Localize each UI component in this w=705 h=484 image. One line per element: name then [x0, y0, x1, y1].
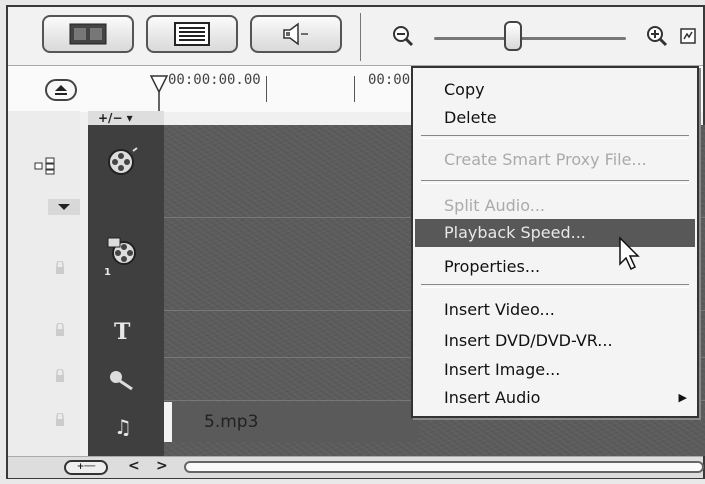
submenu-arrow-icon: ▶: [678, 391, 687, 404]
menu-separator: [421, 284, 689, 288]
scroll-left-button[interactable]: <: [128, 458, 140, 474]
track-manager-icon[interactable]: [34, 157, 56, 175]
timecode-next: 00:00: [368, 72, 411, 88]
playhead-marker[interactable]: [150, 72, 168, 112]
lock-icon[interactable]: [54, 261, 66, 275]
fit-to-window-icon[interactable]: [680, 28, 696, 44]
menu-item-insert-audio[interactable]: Insert Audio ▶: [415, 384, 695, 412]
ruler-tick: [354, 76, 355, 102]
lock-icon[interactable]: [54, 413, 66, 427]
menu-separator: [421, 135, 689, 139]
timeline-scrollbar-bar: +── < >: [8, 456, 704, 478]
timeline-view-button[interactable]: [146, 15, 238, 53]
zoom-slider-thumb[interactable]: [504, 21, 522, 51]
toolbar-separator: [360, 13, 361, 61]
track-dropdown-button[interactable]: [48, 199, 80, 215]
lock-icon[interactable]: [54, 369, 66, 383]
track-header-panel: 1 T ♫: [88, 111, 164, 456]
menu-item-insert-image[interactable]: Insert Image...: [415, 356, 695, 384]
menu-item-delete[interactable]: Delete: [415, 104, 695, 132]
title-track-icon[interactable]: T: [114, 319, 130, 345]
menu-item-insert-audio-label: Insert Audio: [444, 388, 541, 407]
audio-clip[interactable]: [164, 402, 419, 442]
zoom-slider-track[interactable]: [434, 37, 626, 40]
horizontal-scrollbar[interactable]: [184, 461, 704, 473]
track-controls-column: [8, 111, 80, 456]
voice-track-icon[interactable]: [106, 367, 140, 391]
mouse-pointer-icon: [619, 236, 640, 271]
overlay-track-icon[interactable]: [106, 235, 140, 271]
lock-icon[interactable]: [54, 323, 66, 337]
speaker-icon: [283, 22, 308, 46]
music-track-icon[interactable]: ♫: [114, 415, 132, 439]
menu-separator: [421, 180, 689, 184]
audio-view-button[interactable]: [250, 15, 342, 53]
toolbar: [8, 7, 703, 65]
video-track-icon[interactable]: [106, 145, 140, 179]
zoom-out-icon[interactable]: [392, 25, 414, 47]
storyboard-view-button[interactable]: [42, 15, 134, 53]
timecode-start: 00:00:00.00: [168, 72, 261, 88]
zoom-in-icon[interactable]: [646, 25, 668, 47]
menu-item-create-smart-proxy: Create Smart Proxy File...: [444, 150, 647, 169]
context-menu: Copy Delete Create Smart Proxy File... S…: [411, 66, 699, 418]
overlay-track-number: 1: [104, 267, 111, 278]
menu-item-playback-speed[interactable]: Playback Speed...: [415, 219, 695, 247]
storyboard-icon: [69, 23, 107, 45]
audio-clip-label: 5.mp3: [204, 412, 259, 432]
scroll-right-button[interactable]: >: [156, 458, 168, 474]
eject-button[interactable]: [45, 79, 77, 101]
ruler-tick: [266, 76, 267, 102]
chevron-down-icon: [58, 204, 70, 210]
menu-item-copy[interactable]: Copy: [415, 76, 695, 104]
timeline-view-icon: [174, 22, 210, 46]
menu-item-properties[interactable]: Properties...: [415, 253, 695, 281]
eject-icon: [55, 85, 67, 95]
menu-item-insert-dvd[interactable]: Insert DVD/DVD-VR...: [415, 327, 695, 355]
menu-item-split-audio: Split Audio...: [444, 196, 546, 215]
add-track-button[interactable]: +──: [64, 460, 108, 475]
menu-item-insert-video[interactable]: Insert Video...: [415, 296, 695, 324]
add-remove-track-button[interactable]: +/− ▾: [88, 111, 164, 125]
